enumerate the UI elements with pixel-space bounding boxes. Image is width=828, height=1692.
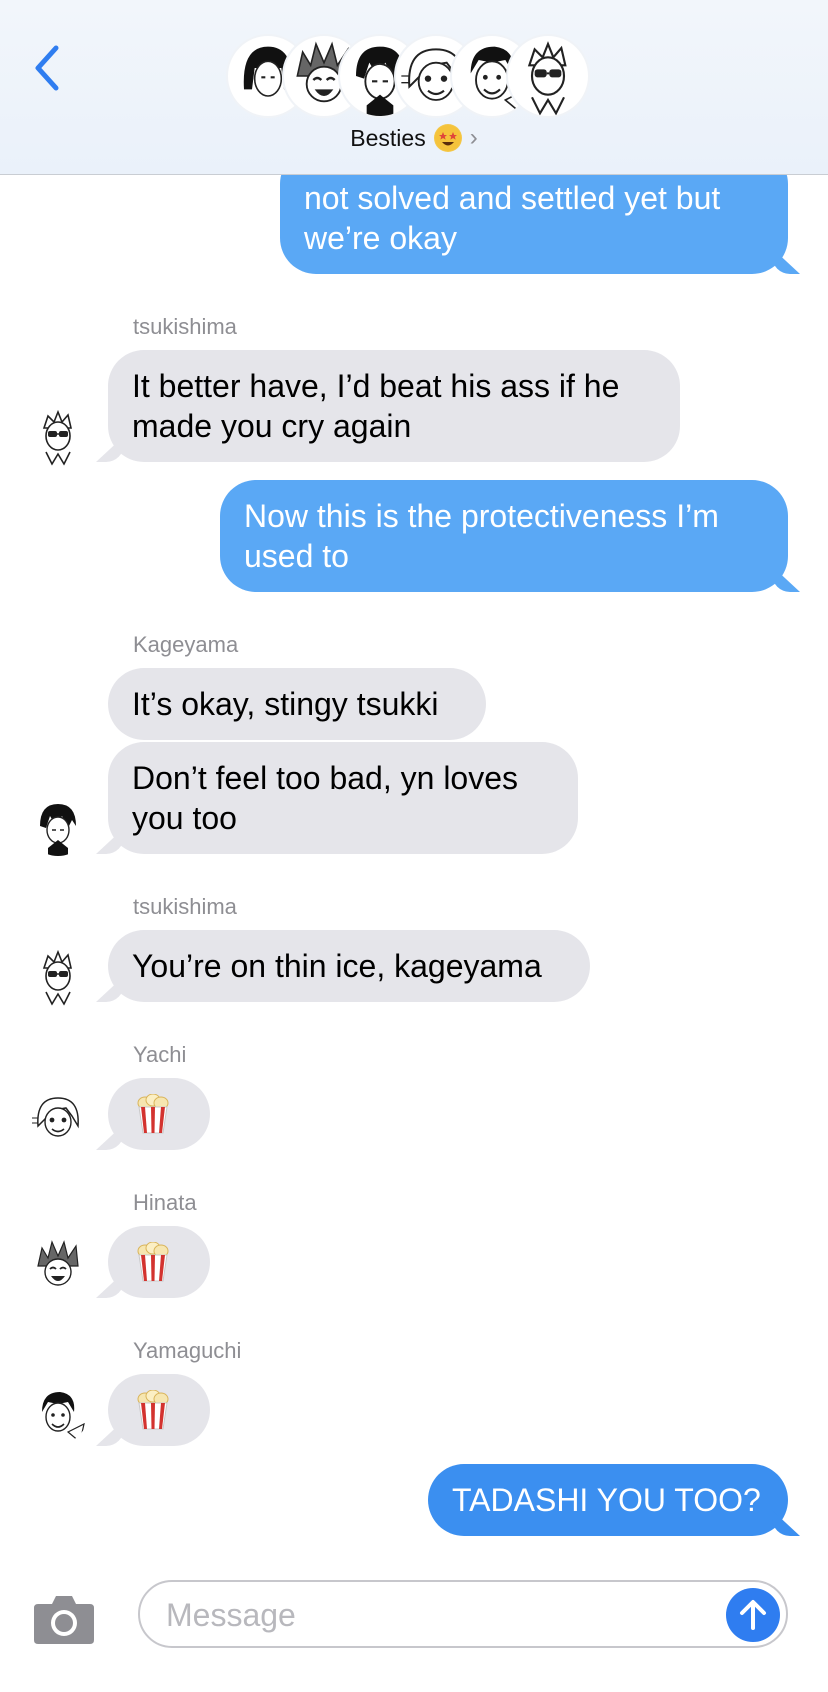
- sender-name: Hinata: [133, 1190, 197, 1215]
- message-bubble-incoming[interactable]: You’re on thin ice, kageyama: [108, 930, 590, 1002]
- composer-bar: [0, 1560, 828, 1692]
- sender-name: tsukishima: [133, 314, 237, 339]
- message-bubble-incoming[interactable]: [108, 1078, 210, 1150]
- message-bubble-incoming[interactable]: [108, 1374, 210, 1446]
- group-avatars[interactable]: [226, 34, 606, 118]
- avatar: [28, 796, 88, 856]
- message-input[interactable]: [164, 1594, 708, 1636]
- message-bubble-incoming[interactable]: Don’t feel too bad, yn loves you too: [108, 742, 578, 854]
- message-text: You’re on thin ice, kageyama: [132, 948, 542, 984]
- back-button[interactable]: [26, 40, 66, 96]
- message-text: Don’t feel too bad, yn loves you too: [132, 760, 519, 836]
- star-struck-emoji-icon: [433, 124, 462, 152]
- arrow-up-icon: [740, 1600, 766, 1630]
- avatar: [28, 1236, 88, 1296]
- sender-name: tsukishima: [133, 894, 237, 919]
- popcorn-emoji-icon: [136, 1094, 170, 1134]
- message-bubble-outgoing[interactable]: TADASHI YOU TOO?: [428, 1464, 788, 1536]
- avatar: [28, 406, 88, 466]
- avatar: [28, 1088, 88, 1148]
- sender-name: Yachi: [133, 1042, 187, 1067]
- conversation-header: Besties ›: [0, 0, 828, 175]
- sender-name: Kageyama: [133, 632, 239, 657]
- message-text: not solved and settled yet but we’re oka…: [304, 180, 721, 256]
- message-bubble-incoming[interactable]: [108, 1226, 210, 1298]
- message-field[interactable]: [138, 1580, 788, 1648]
- message-text: It better have, I’d beat his ass if he m…: [132, 368, 620, 444]
- chevron-left-icon: [35, 45, 59, 91]
- camera-button[interactable]: [32, 1590, 96, 1646]
- message-bubble-incoming[interactable]: It’s okay, stingy tsukki: [108, 668, 486, 740]
- avatar: [28, 1384, 88, 1444]
- popcorn-emoji-icon: [136, 1390, 170, 1430]
- group-title[interactable]: Besties ›: [0, 124, 828, 152]
- chevron-right-icon: ›: [469, 124, 478, 151]
- message-text: TADASHI YOU TOO?: [452, 1482, 761, 1518]
- avatar: [28, 946, 88, 1006]
- sender-name: Yamaguchi: [133, 1338, 242, 1363]
- popcorn-emoji-icon: [136, 1242, 170, 1282]
- group-name: Besties: [350, 124, 426, 151]
- camera-icon: [34, 1596, 94, 1644]
- message-bubble-outgoing[interactable]: Now this is the protectiveness I’m used …: [220, 480, 788, 592]
- avatar: [506, 34, 590, 118]
- send-button[interactable]: [726, 1588, 780, 1642]
- message-bubble-incoming[interactable]: It better have, I’d beat his ass if he m…: [108, 350, 680, 462]
- message-text: It’s okay, stingy tsukki: [132, 686, 439, 722]
- message-text: Now this is the protectiveness I’m used …: [244, 498, 719, 574]
